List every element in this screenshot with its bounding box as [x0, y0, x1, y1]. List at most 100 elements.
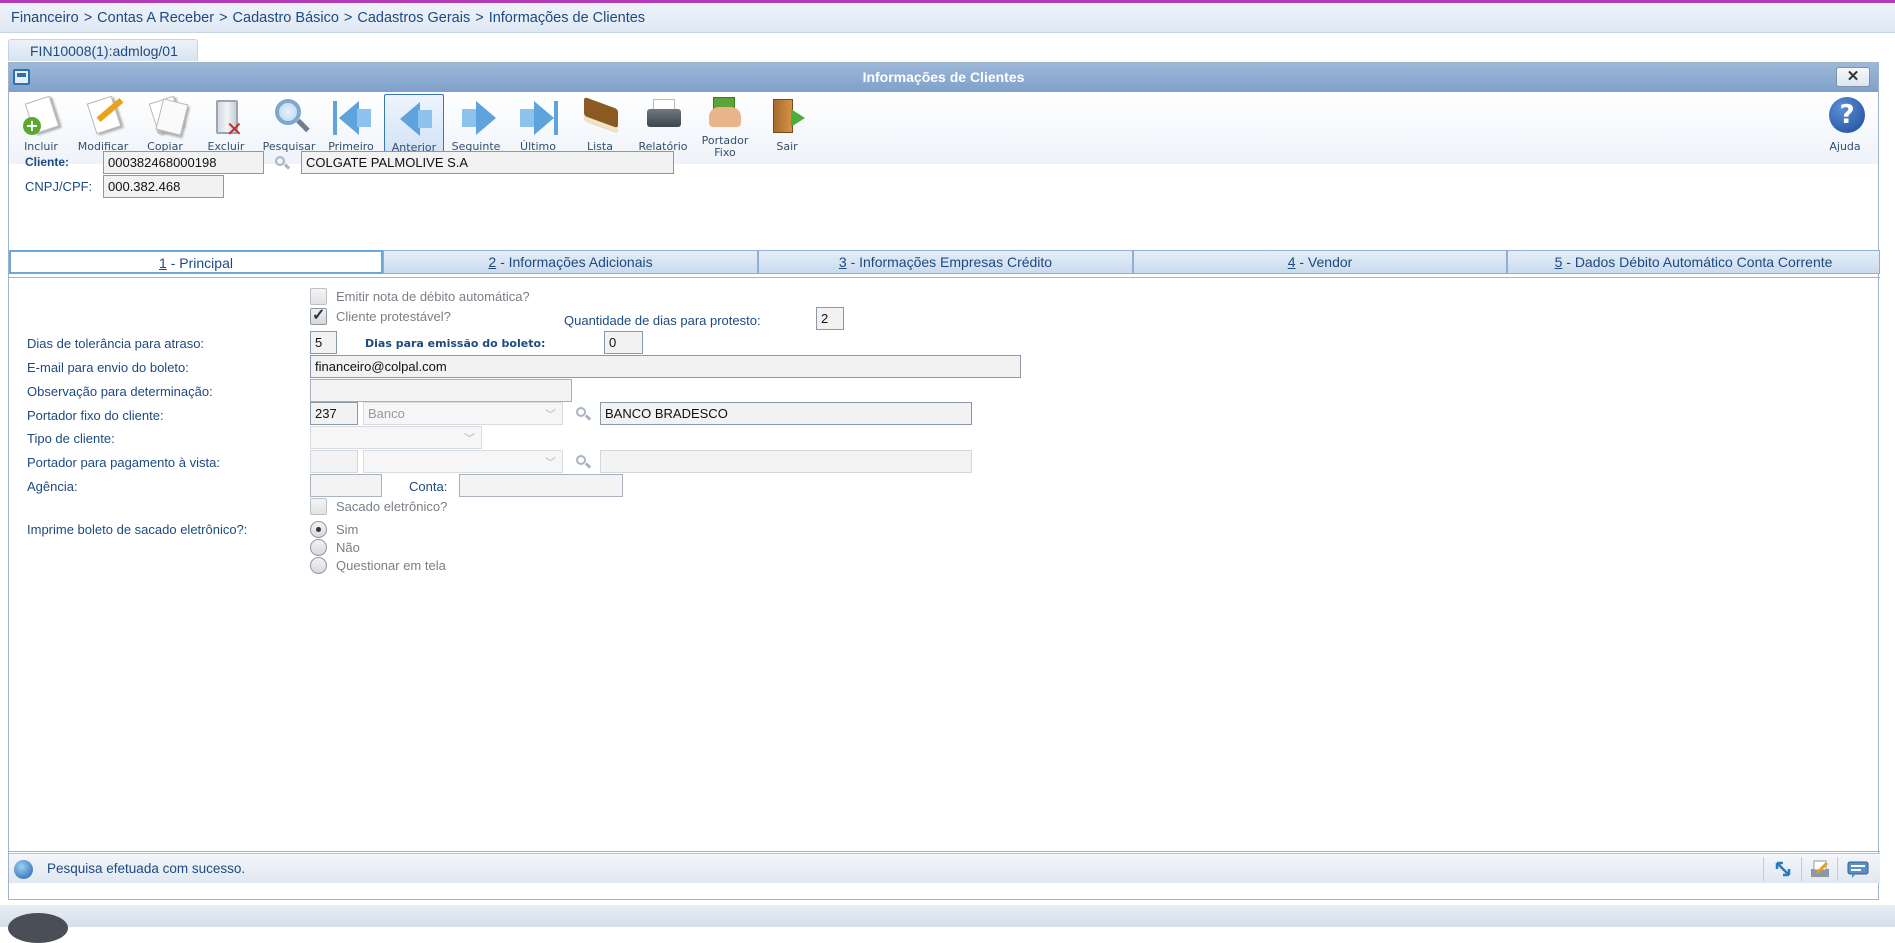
- search-icon[interactable]: [274, 155, 291, 171]
- last-record-icon: [516, 95, 560, 139]
- exit-door-icon: [765, 95, 809, 139]
- emitir-nota-checkbox[interactable]: [310, 288, 327, 305]
- dias-tolerancia-label: Dias de tolerância para atraso:: [27, 336, 205, 351]
- portador-fixo-label: Portador fixo do cliente:: [27, 408, 164, 423]
- portador-fixo-button[interactable]: Portador Fixo: [696, 94, 754, 162]
- tab-strip: 1 - Principal 2 - Informações Adicionais…: [9, 250, 1880, 275]
- edit-tool-icon[interactable]: [1809, 859, 1831, 879]
- cnpj-field[interactable]: 000.382.468: [103, 175, 224, 198]
- book-icon: [578, 95, 622, 139]
- tipo-cliente-label: Tipo de cliente:: [27, 431, 115, 446]
- tab-dados-debito-automatico[interactable]: 5 - Dados Débito Automático Conta Corren…: [1507, 250, 1880, 274]
- printer-icon: [641, 95, 685, 139]
- conta-label: Conta:: [409, 479, 448, 494]
- sair-label: Sair: [776, 140, 798, 153]
- email-label: E-mail para envio do boleto:: [27, 360, 189, 375]
- portador-vista-tipo-select[interactable]: ﹀: [363, 450, 563, 473]
- client-info-window: Informações de Clientes ✕ + Incluir Modi…: [8, 62, 1880, 900]
- tab-dados-debito-automatico-label: - Dados Débito Automático Conta Corrente: [1562, 254, 1833, 270]
- tab-vendor[interactable]: 4 - Vendor: [1133, 250, 1507, 274]
- agencia-field[interactable]: [310, 474, 382, 497]
- portador-fixo-tipo-value: Banco: [368, 406, 405, 421]
- portador-vista-code-field[interactable]: [310, 450, 358, 473]
- program-tab[interactable]: FIN10008(1):admlog/01: [8, 39, 198, 61]
- radio-nao[interactable]: [310, 539, 327, 556]
- trash-icon: ✕: [204, 95, 248, 141]
- breadcrumb-item[interactable]: Contas A Receber: [97, 10, 214, 26]
- top-bar: Financeiro > Contas A Receber > Cadastro Bás…: [0, 0, 1895, 33]
- radio-sim[interactable]: [310, 521, 327, 538]
- portador-vista-label: Portador para pagamento à vista:: [27, 455, 220, 470]
- help-icon: ?: [1823, 95, 1867, 139]
- hand-money-icon: [703, 95, 747, 139]
- dias-emissao-field[interactable]: 0: [604, 331, 643, 354]
- window-title: Informações de Clientes: [862, 69, 1025, 85]
- sacado-eletronico-checkbox[interactable]: [310, 498, 327, 515]
- edit-document-icon: [81, 95, 125, 139]
- chevron-down-icon: ﹀: [545, 409, 556, 421]
- breadcrumb-item[interactable]: Informações de Clientes: [489, 10, 645, 26]
- tab-informacoes-adicionais-label: - Informações Adicionais: [496, 254, 653, 270]
- magnifier-icon: [267, 95, 311, 139]
- incluir-label: Incluir: [24, 140, 58, 153]
- tab-content-principal: Emitir nota de débito automática? ✓ Clie…: [9, 277, 1880, 852]
- search-icon[interactable]: [575, 454, 592, 470]
- cliente-code-field[interactable]: 000382468000198: [103, 151, 264, 174]
- breadcrumb-item[interactable]: Financeiro: [11, 10, 79, 26]
- sair-button[interactable]: Sair: [758, 94, 816, 162]
- tab-informacoes-empresas-credito-number: 3: [838, 254, 847, 270]
- tab-informacoes-adicionais[interactable]: 2 - Informações Adicionais: [383, 250, 758, 274]
- expand-icon[interactable]: [1773, 859, 1795, 879]
- first-record-icon: [329, 95, 373, 139]
- radio-questionar[interactable]: [310, 557, 327, 574]
- breadcrumb-item[interactable]: Cadastros Gerais: [357, 10, 470, 26]
- search-icon[interactable]: [575, 406, 592, 422]
- dias-tolerancia-field[interactable]: 5: [310, 331, 337, 354]
- agencia-label: Agência:: [27, 479, 78, 494]
- toolbar: + Incluir Modificar Copiar ✕ Excluir Pes…: [9, 92, 1878, 164]
- cliente-label: Cliente:: [25, 155, 70, 169]
- qtd-dias-protesto-field[interactable]: 2: [816, 307, 844, 330]
- next-record-icon: [454, 95, 498, 139]
- conta-field[interactable]: [459, 474, 623, 497]
- chevron-down-icon: ﹀: [464, 433, 475, 445]
- observacao-field[interactable]: [310, 379, 572, 402]
- tab-principal[interactable]: 1 - Principal: [9, 250, 383, 274]
- info-globe-icon: [14, 860, 33, 879]
- tipo-cliente-select[interactable]: ﹀: [310, 426, 482, 449]
- incluir-button[interactable]: + Incluir: [12, 94, 70, 162]
- breadcrumb: Financeiro > Contas A Receber > Cadastro Bás…: [11, 10, 646, 26]
- cnpj-label: CNPJ/CPF:: [25, 179, 93, 194]
- status-divider: [1763, 857, 1764, 881]
- sacado-eletronico-label: Sacado eletrônico?: [336, 499, 448, 514]
- message-icon[interactable]: [1847, 859, 1869, 879]
- email-field[interactable]: financeiro@colpal.com: [310, 355, 1021, 378]
- app-logo-icon: [8, 913, 68, 943]
- status-bar: Pesquisa efetuada com sucesso.: [9, 853, 1880, 883]
- tab-vendor-label: - Vendor: [1295, 254, 1353, 270]
- observacao-label: Observação para determinação:: [27, 384, 213, 399]
- close-button[interactable]: ✕: [1836, 67, 1870, 87]
- portador-fixo-code-field[interactable]: 237: [310, 402, 358, 425]
- portador-fixo-tipo-select[interactable]: Banco ﹀: [363, 402, 563, 425]
- portador-fixo-nome-field[interactable]: BANCO BRADESCO: [600, 402, 972, 425]
- dias-emissao-label: Dias para emissão do boleto:: [365, 337, 546, 350]
- close-icon: ✕: [1846, 68, 1860, 85]
- copy-document-icon: [143, 95, 189, 139]
- radio-sim-label: Sim: [336, 522, 359, 537]
- ajuda-button[interactable]: ? Ajuda: [1816, 94, 1874, 162]
- status-divider: [1837, 857, 1838, 881]
- emitir-nota-label: Emitir nota de débito automática?: [336, 289, 530, 304]
- window-icon: [13, 69, 30, 85]
- breadcrumb-item[interactable]: Cadastro Básico: [233, 10, 339, 26]
- previous-record-icon: [392, 96, 436, 140]
- radio-questionar-label: Questionar em tela: [336, 558, 446, 573]
- radio-nao-label: Não: [336, 540, 360, 555]
- tab-principal-label: - Principal: [166, 255, 233, 271]
- qtd-dias-protesto-label: Quantidade de dias para protesto:: [564, 313, 761, 328]
- cliente-protestavel-checkbox[interactable]: ✓: [310, 307, 327, 325]
- checkmark-icon: ✓: [312, 307, 326, 324]
- cliente-name-field[interactable]: COLGATE PALMOLIVE S.A: [301, 151, 674, 174]
- portador-vista-nome-field[interactable]: [600, 450, 972, 473]
- tab-informacoes-empresas-credito[interactable]: 3 - Informações Empresas Crédito: [758, 250, 1133, 274]
